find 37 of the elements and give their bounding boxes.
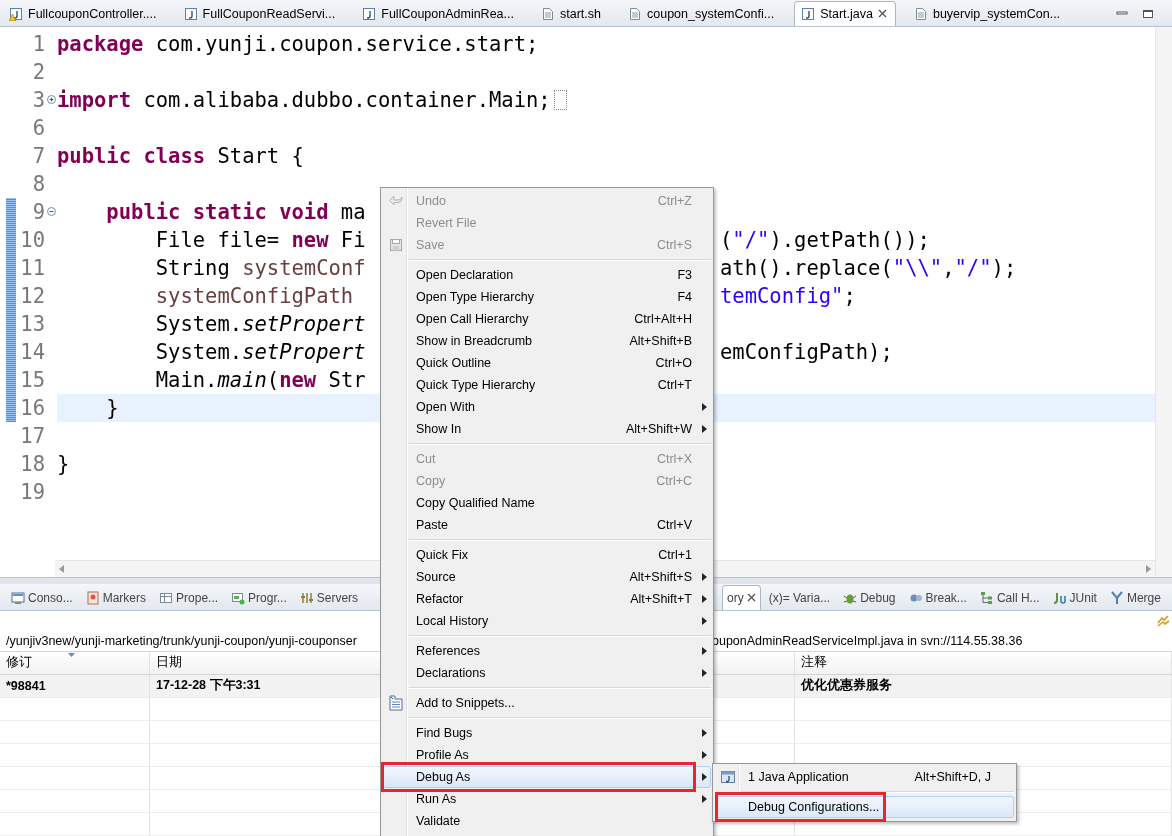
line-number: 1 (31, 31, 45, 56)
table-cell: *98841 (0, 675, 150, 697)
resource-path: /yunjiv3new/yunji-marketing/trunk/yunji-coupon/yunji-couponser (5, 634, 358, 648)
line-number: 10 (19, 227, 45, 252)
line-number: 9 (31, 199, 45, 224)
line-number: 12 (19, 283, 45, 308)
code-line: systemConfigPath (154, 282, 354, 310)
line-number: 2 (31, 59, 45, 84)
code-line: ("/").getPath()); (720, 226, 930, 254)
line-number: 14 (19, 339, 45, 364)
line-number: 11 (19, 255, 45, 280)
line-number: 19 (19, 479, 45, 504)
code-line: } (105, 394, 119, 422)
code-line: String systemConf (154, 254, 366, 282)
line-number: 6 (31, 115, 45, 140)
line-number: 18 (19, 451, 45, 476)
code-line: System.setPropert (154, 338, 366, 366)
code-line: public static void ma (105, 198, 366, 226)
line-number: 17 (19, 423, 45, 448)
code-line: System.setPropert (154, 310, 366, 338)
code-line: package com.yunji.coupon.service.start; (57, 30, 539, 58)
code-line: } (57, 450, 70, 478)
line-number: 7 (31, 143, 45, 168)
line-number: 16 (19, 395, 45, 420)
code-line: Main.main(new Str (154, 366, 366, 394)
code-line: import com.alibaba.dubbo.container.Main; (57, 86, 551, 114)
line-number: 15 (19, 367, 45, 392)
line-number: 13 (19, 311, 45, 336)
code-line: public class Start { (57, 142, 304, 170)
code-line: ath().replace("\\","/"); (720, 254, 1017, 282)
line-number: 3 (31, 87, 45, 112)
code-line: emConfigPath); (720, 338, 893, 366)
table-cell: 优化优惠券服务 (795, 675, 1172, 697)
code-line: File file= new Fi (154, 226, 366, 254)
code-line: temConfig"; (720, 282, 856, 310)
resource-path: ouponAdminReadServiceImpl.java in svn://114.55.38.36 (712, 634, 1023, 648)
line-number: 8 (31, 171, 45, 196)
